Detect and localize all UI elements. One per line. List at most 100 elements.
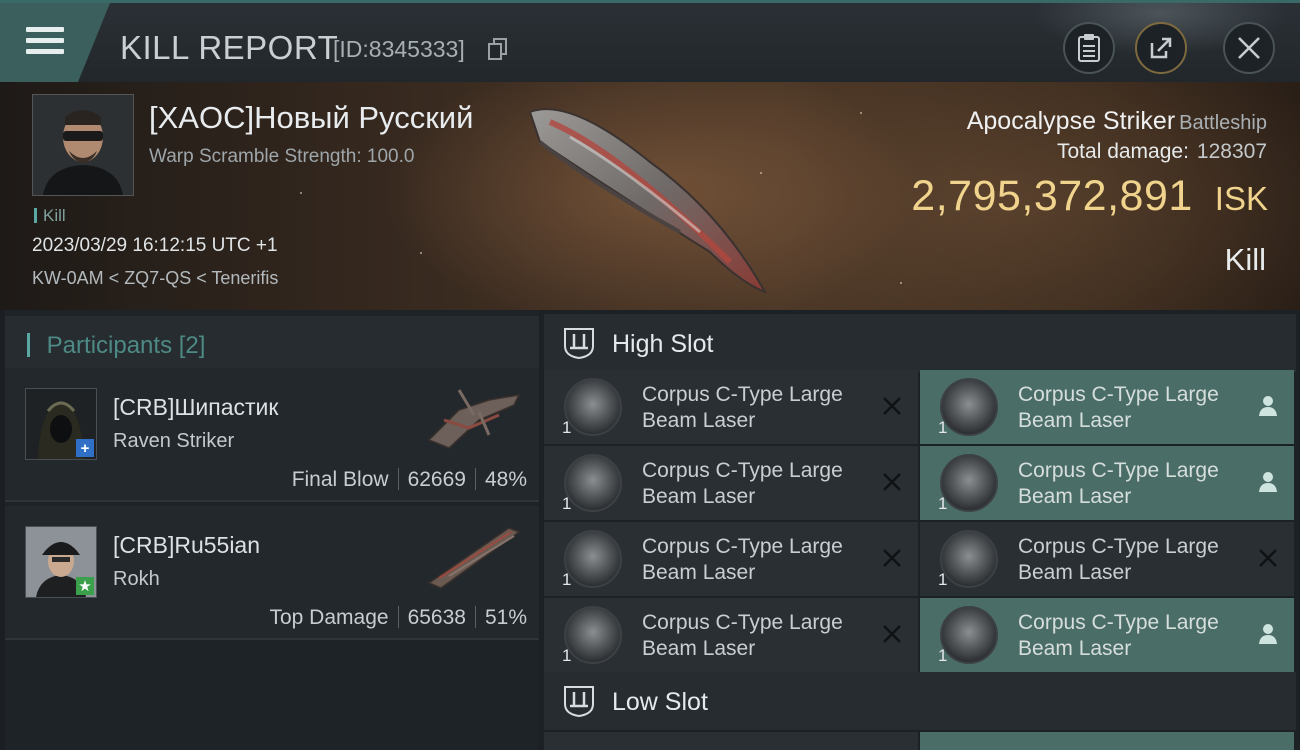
menu-button[interactable] bbox=[0, 3, 110, 82]
title-bar: KILL REPORT [ID:8345333] bbox=[0, 0, 1300, 85]
module-name-line1: Corpus C-Type Large bbox=[642, 611, 843, 634]
module-quantity: 1 bbox=[562, 494, 572, 513]
module-tile[interactable]: 1 Corpus C-Type Large Beam Laser bbox=[544, 522, 918, 596]
participant-ship[interactable]: Raven Striker bbox=[113, 430, 234, 453]
kill-location[interactable]: KW-0AM < ZQ7-QS < Tenerifis bbox=[32, 268, 278, 289]
total-damage-value: 128307 bbox=[1196, 140, 1267, 163]
participant-avatar[interactable]: + bbox=[25, 388, 97, 460]
module-quantity: 1 bbox=[938, 494, 948, 513]
victim-ship-name[interactable]: Apocalypse Striker Battleship bbox=[967, 107, 1267, 136]
isk-unit: ISK bbox=[1214, 180, 1268, 217]
module-quantity: 1 bbox=[562, 646, 572, 665]
module-tile[interactable]: 1 Corpus C-Type Large Beam Laser bbox=[544, 446, 918, 520]
module-name: Corpus C-Type Large Beam Laser bbox=[642, 610, 862, 662]
participants-panel: Participants [2] + [CRB]Шипастик Raven S… bbox=[5, 310, 539, 750]
module-name-line1: Corpus C-Type Large bbox=[1018, 383, 1219, 406]
destroyed-x-icon bbox=[1256, 546, 1280, 570]
kill-id: [ID:8345333] bbox=[333, 36, 465, 62]
module-name: Corpus C-Type Large Beam Laser bbox=[1018, 382, 1238, 434]
participant-row[interactable]: ★ [CRB]Ru55ian Rokh Top Damage 65638 51% bbox=[5, 506, 539, 640]
participant-name[interactable]: [CRB]Ru55ian bbox=[113, 532, 260, 559]
dropped-person-icon bbox=[1256, 622, 1280, 646]
module-name-line2: Beam Laser bbox=[1018, 409, 1132, 432]
victim-ship-image[interactable] bbox=[510, 92, 780, 302]
module-name-line1: Corpus C-Type Large bbox=[1018, 535, 1219, 558]
module-name: Corpus C-Type Large Beam Laser bbox=[1018, 458, 1238, 510]
module-name-line2: Beam Laser bbox=[642, 561, 756, 584]
participant-damage: 62669 bbox=[407, 468, 466, 491]
participant-ship-image[interactable] bbox=[419, 380, 529, 455]
participant-damage: 65638 bbox=[407, 606, 466, 629]
module-name-line2: Beam Laser bbox=[642, 485, 756, 508]
module-name-line1: Corpus C-Type Large bbox=[642, 535, 843, 558]
participants-label: Participants bbox=[46, 332, 173, 359]
plus-badge-icon: + bbox=[76, 439, 94, 457]
laser-module-icon bbox=[940, 454, 998, 512]
isk-value-line: 2,795,372,891 ISK bbox=[911, 172, 1268, 221]
laser-module-icon bbox=[940, 530, 998, 588]
isk-value: 2,795,372,891 bbox=[911, 172, 1193, 220]
destroyed-x-icon bbox=[880, 470, 904, 494]
destroyed-x-icon bbox=[880, 394, 904, 418]
share-icon bbox=[1150, 37, 1172, 59]
module-quantity: 1 bbox=[562, 570, 572, 589]
window-title: KILL REPORT bbox=[120, 29, 339, 66]
module-tile[interactable]: 1 Corpus C-Type Large Beam Laser bbox=[544, 598, 918, 672]
module-name: Corpus C-Type Large Beam Laser bbox=[1018, 534, 1238, 586]
kill-banner: [XAOC]Новый Русский Warp Scramble Streng… bbox=[0, 82, 1300, 310]
star-badge-icon: ★ bbox=[76, 577, 94, 595]
participants-header: Participants [2] bbox=[5, 316, 539, 372]
module-name-line2: Beam Laser bbox=[1018, 637, 1132, 660]
module-name: Corpus C-Type Large Beam Laser bbox=[1018, 610, 1238, 662]
kill-tag: Kill bbox=[34, 206, 66, 226]
module-name: Corpus C-Type Large Beam Laser bbox=[642, 534, 862, 586]
laser-module-icon bbox=[940, 606, 998, 664]
participant-ship-image[interactable] bbox=[419, 518, 529, 593]
laser-module-icon bbox=[564, 530, 622, 588]
participant-ship[interactable]: Rokh bbox=[113, 568, 160, 591]
participant-name[interactable]: [CRB]Шипастик bbox=[113, 394, 278, 421]
dropped-person-icon bbox=[1256, 470, 1280, 494]
laser-module-icon bbox=[564, 454, 622, 512]
kill-result: Kill bbox=[1224, 242, 1266, 277]
high-slot-header: High Slot bbox=[544, 314, 1296, 372]
participant-stats: Final Blow 62669 48% bbox=[292, 468, 527, 492]
module-name-line1: Corpus C-Type Large bbox=[642, 459, 843, 482]
kill-datetime: 2023/03/29 16:12:15 UTC +1 bbox=[32, 235, 278, 256]
laser-module-icon bbox=[564, 378, 622, 436]
module-quantity: 1 bbox=[938, 418, 948, 437]
total-damage-label: Total damage: bbox=[1057, 140, 1189, 163]
module-tile[interactable]: 1 Corpus C-Type Large Beam Laser bbox=[920, 446, 1294, 520]
destroyed-x-icon bbox=[880, 546, 904, 570]
hamburger-icon bbox=[26, 27, 64, 57]
module-tile[interactable]: 1 Corpus C-Type Large Beam Laser bbox=[544, 370, 918, 444]
participants-title: Participants [2] bbox=[27, 332, 206, 360]
laser-module-icon bbox=[564, 606, 622, 664]
ship-class: Battleship bbox=[1179, 112, 1267, 134]
low-slot-module-partial[interactable] bbox=[920, 732, 1294, 750]
copy-icon[interactable] bbox=[488, 38, 508, 60]
participant-row[interactable]: + [CRB]Шипастик Raven Striker Final Blow… bbox=[5, 368, 539, 502]
module-name-line2: Beam Laser bbox=[642, 637, 756, 660]
victim-portrait[interactable] bbox=[32, 94, 134, 196]
clipboard-button[interactable] bbox=[1063, 22, 1115, 74]
low-slot-module-partial[interactable] bbox=[544, 732, 918, 750]
dropped-person-icon bbox=[1256, 394, 1280, 418]
module-name-line1: Corpus C-Type Large bbox=[1018, 611, 1219, 634]
participant-percent: 51% bbox=[484, 606, 527, 629]
participant-percent: 48% bbox=[484, 468, 527, 491]
module-tile[interactable]: 1 Corpus C-Type Large Beam Laser bbox=[920, 522, 1294, 596]
pilot-portrait-image bbox=[33, 95, 133, 195]
close-button[interactable] bbox=[1223, 22, 1275, 74]
victim-name[interactable]: [XAOC]Новый Русский bbox=[149, 100, 473, 136]
total-damage: Total damage: 128307 bbox=[1057, 140, 1267, 164]
participant-avatar[interactable]: ★ bbox=[25, 526, 97, 598]
fitting-panel: High Slot 1 Corpus C-Type Large Beam Laser… bbox=[540, 310, 1300, 750]
share-button[interactable] bbox=[1135, 22, 1187, 74]
participant-role: Top Damage bbox=[269, 606, 389, 629]
module-tile[interactable]: 1 Corpus C-Type Large Beam Laser bbox=[920, 370, 1294, 444]
module-name-line2: Beam Laser bbox=[1018, 485, 1132, 508]
laser-module-icon bbox=[940, 378, 998, 436]
clipboard-icon bbox=[1078, 34, 1100, 62]
module-tile[interactable]: 1 Corpus C-Type Large Beam Laser bbox=[920, 598, 1294, 672]
